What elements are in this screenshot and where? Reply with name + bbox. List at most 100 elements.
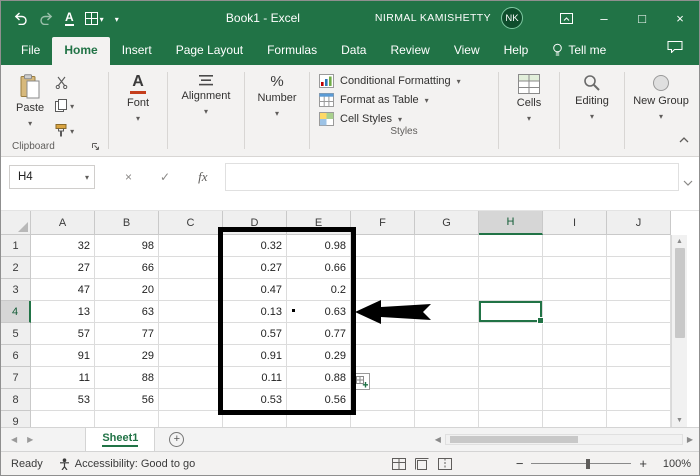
cell-G5[interactable] [415, 323, 479, 345]
cell-E6[interactable]: 0.29 [287, 345, 351, 367]
cell-H7[interactable] [479, 367, 543, 389]
cell-D5[interactable]: 0.57 [223, 323, 287, 345]
cell-D9[interactable] [223, 411, 287, 427]
maximize-button[interactable]: □ [623, 1, 661, 35]
select-all-button[interactable] [1, 211, 31, 235]
cut-button[interactable] [55, 76, 74, 89]
cell-E8[interactable]: 0.56 [287, 389, 351, 411]
cell-J6[interactable] [607, 345, 671, 367]
tab-file[interactable]: File [9, 37, 52, 65]
cell-B9[interactable] [95, 411, 159, 427]
horizontal-scrollbar[interactable]: ◀ ▶ [435, 434, 699, 445]
cell-D8[interactable]: 0.53 [223, 389, 287, 411]
cell-F1[interactable] [351, 235, 415, 257]
cell-I5[interactable] [543, 323, 607, 345]
format-as-table-button[interactable]: Format as Table [319, 93, 489, 107]
sheet-tab-sheet1[interactable]: Sheet1 [85, 428, 155, 451]
cell-J3[interactable] [607, 279, 671, 301]
cell-A5[interactable]: 57 [31, 323, 95, 345]
underline-button[interactable]: A [65, 11, 74, 26]
column-header-B[interactable]: B [95, 211, 159, 235]
cell-F9[interactable] [351, 411, 415, 427]
cell-H5[interactable] [479, 323, 543, 345]
cell-J5[interactable] [607, 323, 671, 345]
horizontal-scroll-track[interactable] [445, 434, 683, 445]
column-header-F[interactable]: F [351, 211, 415, 235]
cell-C3[interactable] [159, 279, 223, 301]
cell-F4[interactable] [351, 301, 415, 323]
cell-E3[interactable]: 0.2 [287, 279, 351, 301]
cell-B8[interactable]: 56 [95, 389, 159, 411]
cell-B7[interactable]: 88 [95, 367, 159, 389]
format-painter-button[interactable] [55, 121, 74, 139]
column-header-J[interactable]: J [607, 211, 671, 235]
row-header-2[interactable]: 2 [1, 257, 31, 279]
tab-insert[interactable]: Insert [110, 37, 164, 65]
editing-group-button[interactable]: Editing [563, 67, 621, 156]
cell-B5[interactable]: 77 [95, 323, 159, 345]
cell-A2[interactable]: 27 [31, 257, 95, 279]
column-header-E[interactable]: E [287, 211, 351, 235]
cancel-entry-button[interactable]: × [125, 170, 132, 184]
cell-C5[interactable] [159, 323, 223, 345]
paste-button[interactable]: Paste [7, 67, 53, 141]
cell-H9[interactable] [479, 411, 543, 427]
comments-button[interactable] [667, 40, 683, 65]
cell-J1[interactable] [607, 235, 671, 257]
fill-options-button[interactable] [353, 373, 370, 390]
cell-G4[interactable] [415, 301, 479, 323]
tab-data[interactable]: Data [329, 37, 378, 65]
row-header-6[interactable]: 6 [1, 345, 31, 367]
cell-B6[interactable]: 29 [95, 345, 159, 367]
confirm-entry-button[interactable]: ✓ [160, 170, 170, 184]
cell-I4[interactable] [543, 301, 607, 323]
cell-A4[interactable]: 13 [31, 301, 95, 323]
column-header-A[interactable]: A [31, 211, 95, 235]
cell-C6[interactable] [159, 345, 223, 367]
cell-C4[interactable] [159, 301, 223, 323]
cell-A6[interactable]: 91 [31, 345, 95, 367]
accessibility-status[interactable]: Accessibility: Good to go [59, 458, 195, 470]
cell-D6[interactable]: 0.91 [223, 345, 287, 367]
cell-G3[interactable] [415, 279, 479, 301]
new-sheet-button[interactable]: + [169, 432, 184, 447]
cell-G2[interactable] [415, 257, 479, 279]
cell-E4[interactable]: 0.63 [287, 301, 351, 323]
cell-J7[interactable] [607, 367, 671, 389]
row-header-5[interactable]: 5 [1, 323, 31, 345]
cell-E2[interactable]: 0.66 [287, 257, 351, 279]
cell-I3[interactable] [543, 279, 607, 301]
tell-me-button[interactable]: Tell me [540, 37, 618, 65]
tab-formulas[interactable]: Formulas [255, 37, 329, 65]
cell-G7[interactable] [415, 367, 479, 389]
cell-B3[interactable]: 20 [95, 279, 159, 301]
cell-E1[interactable]: 0.98 [287, 235, 351, 257]
cell-E9[interactable] [287, 411, 351, 427]
cell-I6[interactable] [543, 345, 607, 367]
cell-D1[interactable]: 0.32 [223, 235, 287, 257]
cell-J2[interactable] [607, 257, 671, 279]
row-header-3[interactable]: 3 [1, 279, 31, 301]
cell-C8[interactable] [159, 389, 223, 411]
cell-H6[interactable] [479, 345, 543, 367]
number-group-button[interactable]: % Number [248, 67, 306, 156]
row-header-9[interactable]: 9 [1, 411, 31, 427]
tab-review[interactable]: Review [378, 37, 441, 65]
tab-help[interactable]: Help [492, 37, 541, 65]
cell-I7[interactable] [543, 367, 607, 389]
horizontal-scroll-thumb[interactable] [450, 436, 578, 443]
column-header-D[interactable]: D [223, 211, 287, 235]
cell-E5[interactable]: 0.77 [287, 323, 351, 345]
borders-button[interactable] [85, 9, 104, 27]
cell-E7[interactable]: 0.88 [287, 367, 351, 389]
cell-C2[interactable] [159, 257, 223, 279]
cell-F8[interactable] [351, 389, 415, 411]
cell-J9[interactable] [607, 411, 671, 427]
cell-I1[interactable] [543, 235, 607, 257]
copy-button[interactable] [55, 96, 74, 114]
clipboard-dialog-launcher-icon[interactable] [91, 142, 100, 151]
cell-D7[interactable]: 0.11 [223, 367, 287, 389]
row-header-7[interactable]: 7 [1, 367, 31, 389]
cell-H1[interactable] [479, 235, 543, 257]
vertical-scrollbar[interactable]: ▲ ▼ [671, 235, 687, 427]
